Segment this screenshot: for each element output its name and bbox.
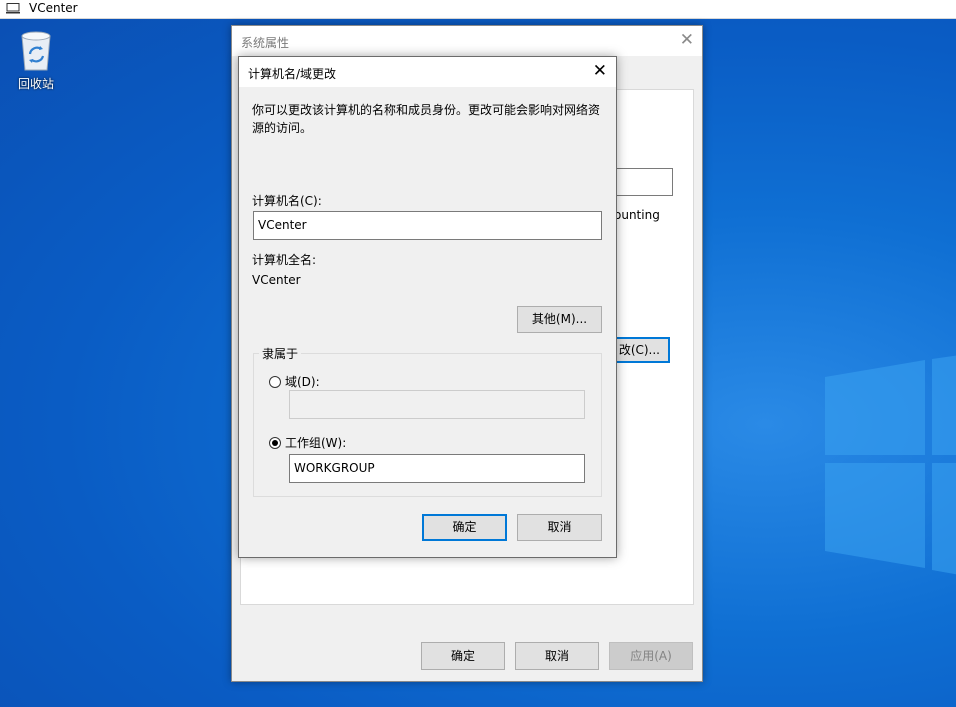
computer-name-label: 计算机名(C): <box>252 194 322 208</box>
more-button[interactable]: 其他(M)... <box>517 306 602 333</box>
cancel-button[interactable]: 取消 <box>515 642 599 670</box>
computer-description-input[interactable] <box>612 168 673 196</box>
windows-logo <box>825 355 956 575</box>
full-name-value: VCenter <box>252 273 301 287</box>
system-properties-title: 系统属性 <box>241 36 290 50</box>
recycle-bin[interactable]: 回收站 <box>10 28 62 92</box>
window-title-bar: VCenter <box>0 0 956 19</box>
full-name-label: 计算机全名: <box>252 253 317 267</box>
computer-icon <box>6 3 20 14</box>
member-of-label: 隶属于 <box>259 345 302 362</box>
dialog-ok-button[interactable]: 确定 <box>422 514 507 541</box>
recycle-bin-label: 回收站 <box>17 77 54 91</box>
domain-label: 域(D): <box>285 375 320 389</box>
dialog-title: 计算机名/域更改 <box>248 67 337 81</box>
window-title: VCenter <box>29 1 78 15</box>
dialog-description: 你可以更改该计算机的名称和成员身份。更改可能会影响对网络资源的访问。 <box>252 103 601 135</box>
workgroup-label: 工作组(W): <box>285 436 347 450</box>
domain-radio[interactable]: 域(D): <box>269 373 320 390</box>
workgroup-radio[interactable]: 工作组(W): <box>269 434 346 451</box>
dialog-cancel-button[interactable]: 取消 <box>517 514 602 541</box>
system-properties-title-bar: 系统属性 ✕ <box>232 26 702 56</box>
workgroup-radio-circle[interactable] <box>269 437 281 449</box>
domain-input[interactable] <box>289 390 585 419</box>
close-icon[interactable]: ✕ <box>680 30 694 50</box>
close-icon[interactable]: ✕ <box>593 61 607 81</box>
apply-button[interactable]: 应用(A) <box>609 642 693 670</box>
computer-name-input[interactable]: VCenter <box>253 211 602 240</box>
domain-radio-circle[interactable] <box>269 376 281 388</box>
computer-name-dialog: 计算机名/域更改 ✕ 你可以更改该计算机的名称和成员身份。更改可能会影响对网络资… <box>238 56 617 558</box>
recycle-bin-icon <box>21 31 51 71</box>
ok-button[interactable]: 确定 <box>421 642 505 670</box>
dialog-title-bar: 计算机名/域更改 ✕ <box>239 57 616 87</box>
workgroup-input[interactable]: WORKGROUP <box>289 454 585 483</box>
truncated-text: ounting <box>614 208 660 222</box>
